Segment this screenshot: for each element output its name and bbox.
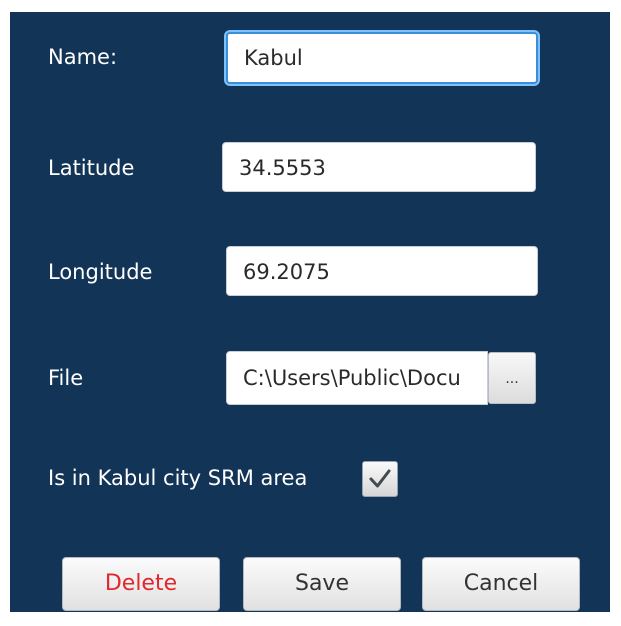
delete-button[interactable]: Delete [62,557,220,611]
longitude-label: Longitude [48,260,153,284]
name-label: Name: [48,45,118,69]
checkmark-icon [369,469,391,488]
srm-area-label: Is in Kabul city SRM area [48,466,308,490]
longitude-field[interactable]: 69.2075 [226,246,538,296]
file-path-field[interactable]: C:\Users\Public\Docu [226,351,488,405]
save-button[interactable]: Save [243,557,401,611]
cancel-button[interactable]: Cancel [422,557,580,611]
name-field[interactable]: Kabul [226,32,538,84]
latitude-label: Latitude [48,156,135,180]
dialog-panel [10,12,610,612]
latitude-field[interactable]: 34.5553 [222,142,536,192]
browse-button[interactable]: ... [488,352,536,404]
file-label: File [48,366,84,390]
srm-area-checkbox[interactable] [362,461,398,497]
